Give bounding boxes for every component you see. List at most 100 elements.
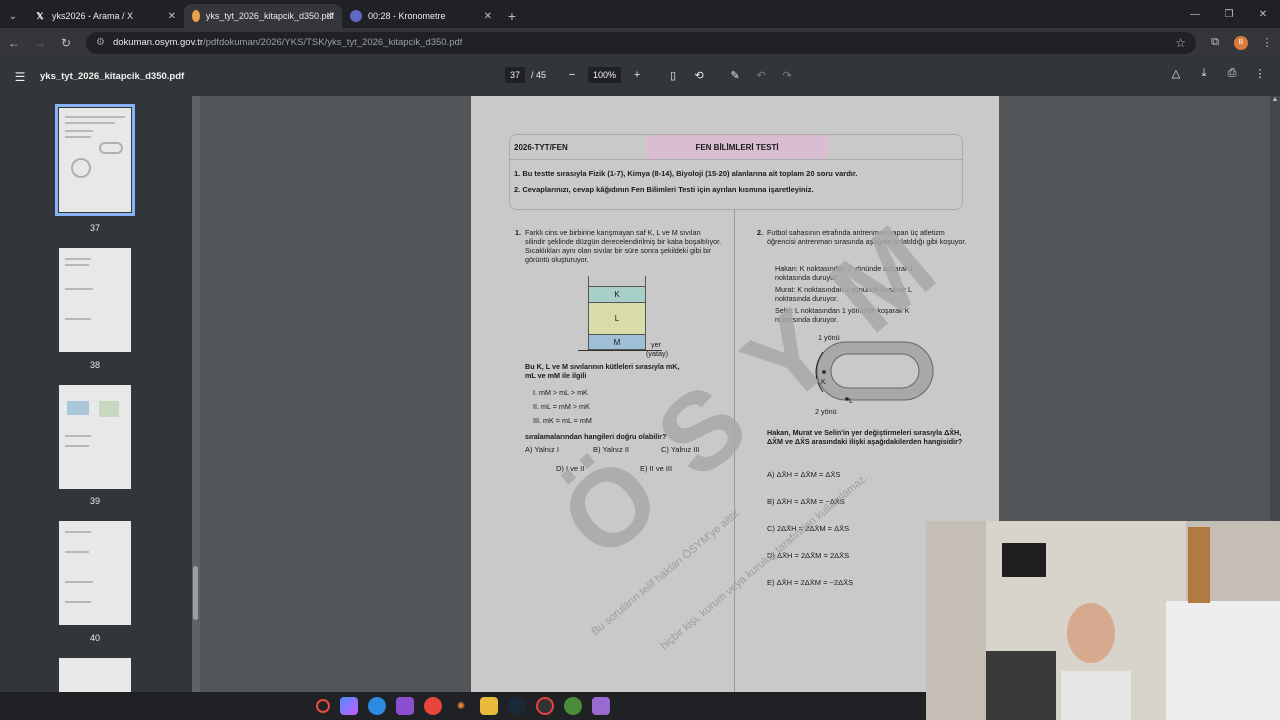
- address-bar[interactable]: ⚙ dokuman.osym.gov.tr/pdfdokuman/2026/YK…: [86, 31, 1196, 54]
- browser-toolbar: ← → ↻ ⚙ dokuman.osym.gov.tr/pdfdokuman/2…: [0, 28, 1280, 57]
- sidebar-scrollbar[interactable]: [192, 96, 200, 692]
- steam-icon[interactable]: [508, 697, 526, 715]
- person-shirt: [1061, 671, 1131, 720]
- pdf-toolbar: ☰ yks_tyt_2026_kitapcik_d350.pdf 37 / 45…: [0, 57, 1280, 96]
- wall-tv: [1002, 543, 1046, 577]
- chrome-icon[interactable]: [424, 697, 442, 715]
- chrome-active-icon[interactable]: [564, 697, 582, 715]
- tab-stopwatch[interactable]: 00:28 - Kronometre ✕: [342, 4, 500, 28]
- q1-option: A) Yalnız I: [525, 445, 559, 454]
- q1-item: III. mK = mL = mM: [533, 416, 592, 425]
- couch: [986, 651, 1056, 720]
- q1-item: II. mL = mM > mK: [533, 402, 590, 411]
- thumbnail-page-40[interactable]: [59, 521, 131, 625]
- thumbnail-number: 38: [89, 360, 100, 370]
- thumbnail-number: 40: [89, 633, 100, 643]
- liquid-container: K L M: [588, 276, 646, 350]
- sidebar-scroll-thumb[interactable]: [193, 566, 198, 620]
- instruction-2: 2. Cevaplarınızı, cevap kâğıdının Fen Bi…: [514, 185, 814, 194]
- download-icon[interactable]: ⤓: [1194, 67, 1214, 80]
- test-name: FEN BİLİMLERİ TESTİ: [646, 135, 828, 159]
- q1-text: Farklı cins ve birbirine karışmayan saf …: [525, 228, 722, 264]
- pdf-filename: yks_tyt_2026_kitapcik_d350.pdf: [40, 71, 185, 82]
- reload-icon[interactable]: ↻: [54, 31, 78, 55]
- print-icon[interactable]: ⎙: [1222, 67, 1242, 80]
- thumbnail-page-41[interactable]: [59, 658, 131, 692]
- extensions-icon[interactable]: ⧉: [1202, 31, 1228, 55]
- zoom-out-icon[interactable]: −: [562, 69, 582, 81]
- drawer-unit: [1166, 601, 1280, 720]
- opera-icon[interactable]: [316, 699, 330, 713]
- q1-number: 1.: [515, 228, 521, 237]
- rotate-icon[interactable]: ⟲: [689, 69, 709, 82]
- ground-sub: (yatay): [646, 349, 668, 358]
- guitar: [1188, 527, 1210, 603]
- page-total: / 45: [531, 70, 547, 80]
- q2-option: E) ΔX̄H = 2ΔX̄M = −2ΔX̄S: [767, 578, 854, 587]
- close-icon[interactable]: ✕: [326, 11, 334, 22]
- thumbnail-page-37[interactable]: [55, 104, 135, 216]
- close-icon[interactable]: ✕: [168, 11, 176, 22]
- pdf-page: 2026-TYT/FEN FEN BİLİMLERİ TESTİ 1. Bu t…: [471, 96, 999, 692]
- undo-icon[interactable]: ↶: [751, 69, 771, 82]
- more-options-icon[interactable]: ⋮: [1250, 67, 1270, 80]
- ground-label: yer: [651, 340, 661, 349]
- point-l-label: L: [849, 396, 853, 405]
- url-path: /pdfdokuman/2026/YKS/TSK/yks_tyt_2026_ki…: [203, 37, 463, 48]
- thumbnail-sidebar: 37 38 39 40: [0, 96, 192, 692]
- url-host: dokuman.osym.gov.tr: [112, 37, 204, 48]
- liquid-m: M: [589, 334, 645, 349]
- zoom-in-icon[interactable]: +: [627, 69, 647, 81]
- profile-avatar[interactable]: B: [1234, 35, 1248, 50]
- webcam-overlay: [926, 521, 1280, 720]
- thumbnail-number: 37: [89, 223, 100, 233]
- instruction-1: 1. Bu testte sırasıyla Fizik (1-7), Kimy…: [514, 169, 858, 178]
- close-icon[interactable]: ✕: [484, 11, 492, 22]
- more-menu-icon[interactable]: ⋮: [1254, 31, 1280, 55]
- restore-icon[interactable]: ❐: [1212, 0, 1246, 28]
- fit-page-icon[interactable]: ▯: [663, 69, 683, 82]
- thumbnail-number: 39: [89, 496, 100, 506]
- pdf-icon: [192, 10, 200, 22]
- tab-title: yks_tyt_2026_kitapcik_d350.pdf: [205, 11, 334, 21]
- q1-item: I. mM > mL > mK: [533, 388, 588, 397]
- site-info-icon[interactable]: ⚙: [96, 37, 105, 48]
- pdf-actions: △ ⤓ ⎙ ⋮: [1166, 67, 1270, 80]
- paint-icon[interactable]: [592, 697, 610, 715]
- person-head: [1067, 603, 1115, 663]
- menu-icon[interactable]: ☰: [0, 70, 40, 84]
- spark-icon[interactable]: ✺: [452, 697, 470, 715]
- tab-search-icon[interactable]: ⌄: [0, 4, 26, 28]
- folder-icon[interactable]: [480, 697, 498, 715]
- window-controls: — ❐ ✕: [1178, 0, 1280, 28]
- drive-save-icon[interactable]: △: [1166, 67, 1186, 80]
- back-icon[interactable]: ←: [2, 31, 26, 55]
- q2-number: 2.: [757, 228, 763, 237]
- taskbar: ✺: [0, 692, 926, 720]
- q2-option: A) ΔX̄H = ΔX̄M = ΔX̄S: [767, 470, 841, 479]
- edge-icon[interactable]: [368, 697, 386, 715]
- redo-icon[interactable]: ↷: [777, 69, 797, 82]
- tab-x[interactable]: 𝕏 yks2026 - Arama / X ✕: [26, 4, 184, 28]
- liquid-l: L: [589, 302, 645, 334]
- zoom-input[interactable]: 100%: [588, 67, 622, 83]
- annotate-icon[interactable]: ✎: [725, 69, 745, 82]
- stopwatch-icon: [350, 10, 362, 22]
- recorder-icon[interactable]: [536, 697, 554, 715]
- scroll-up-icon[interactable]: ▲: [1270, 96, 1280, 103]
- tab-title: yks2026 - Arama / X: [52, 11, 134, 21]
- close-window-icon[interactable]: ✕: [1246, 0, 1280, 28]
- thumbnail-page-39[interactable]: [59, 385, 131, 489]
- tab-pdf[interactable]: yks_tyt_2026_kitapcik_d350.pdf ✕: [184, 4, 342, 28]
- bookmark-star-icon[interactable]: ☆: [1175, 36, 1186, 50]
- q1-stem: Bu K, L ve M sıvılarının kütleleri sıras…: [525, 362, 680, 380]
- tab-bar: ⌄ 𝕏 yks2026 - Arama / X ✕ yks_tyt_2026_k…: [0, 0, 1280, 28]
- new-tab-button[interactable]: +: [500, 4, 524, 28]
- minimize-icon[interactable]: —: [1178, 0, 1212, 28]
- visual-studio-icon[interactable]: [396, 697, 414, 715]
- page-number-input[interactable]: 37: [505, 67, 526, 83]
- webcam-image: [926, 521, 1280, 720]
- forward-icon[interactable]: →: [28, 31, 52, 55]
- thumbnail-page-38[interactable]: [59, 248, 131, 352]
- copilot-icon[interactable]: [340, 697, 358, 715]
